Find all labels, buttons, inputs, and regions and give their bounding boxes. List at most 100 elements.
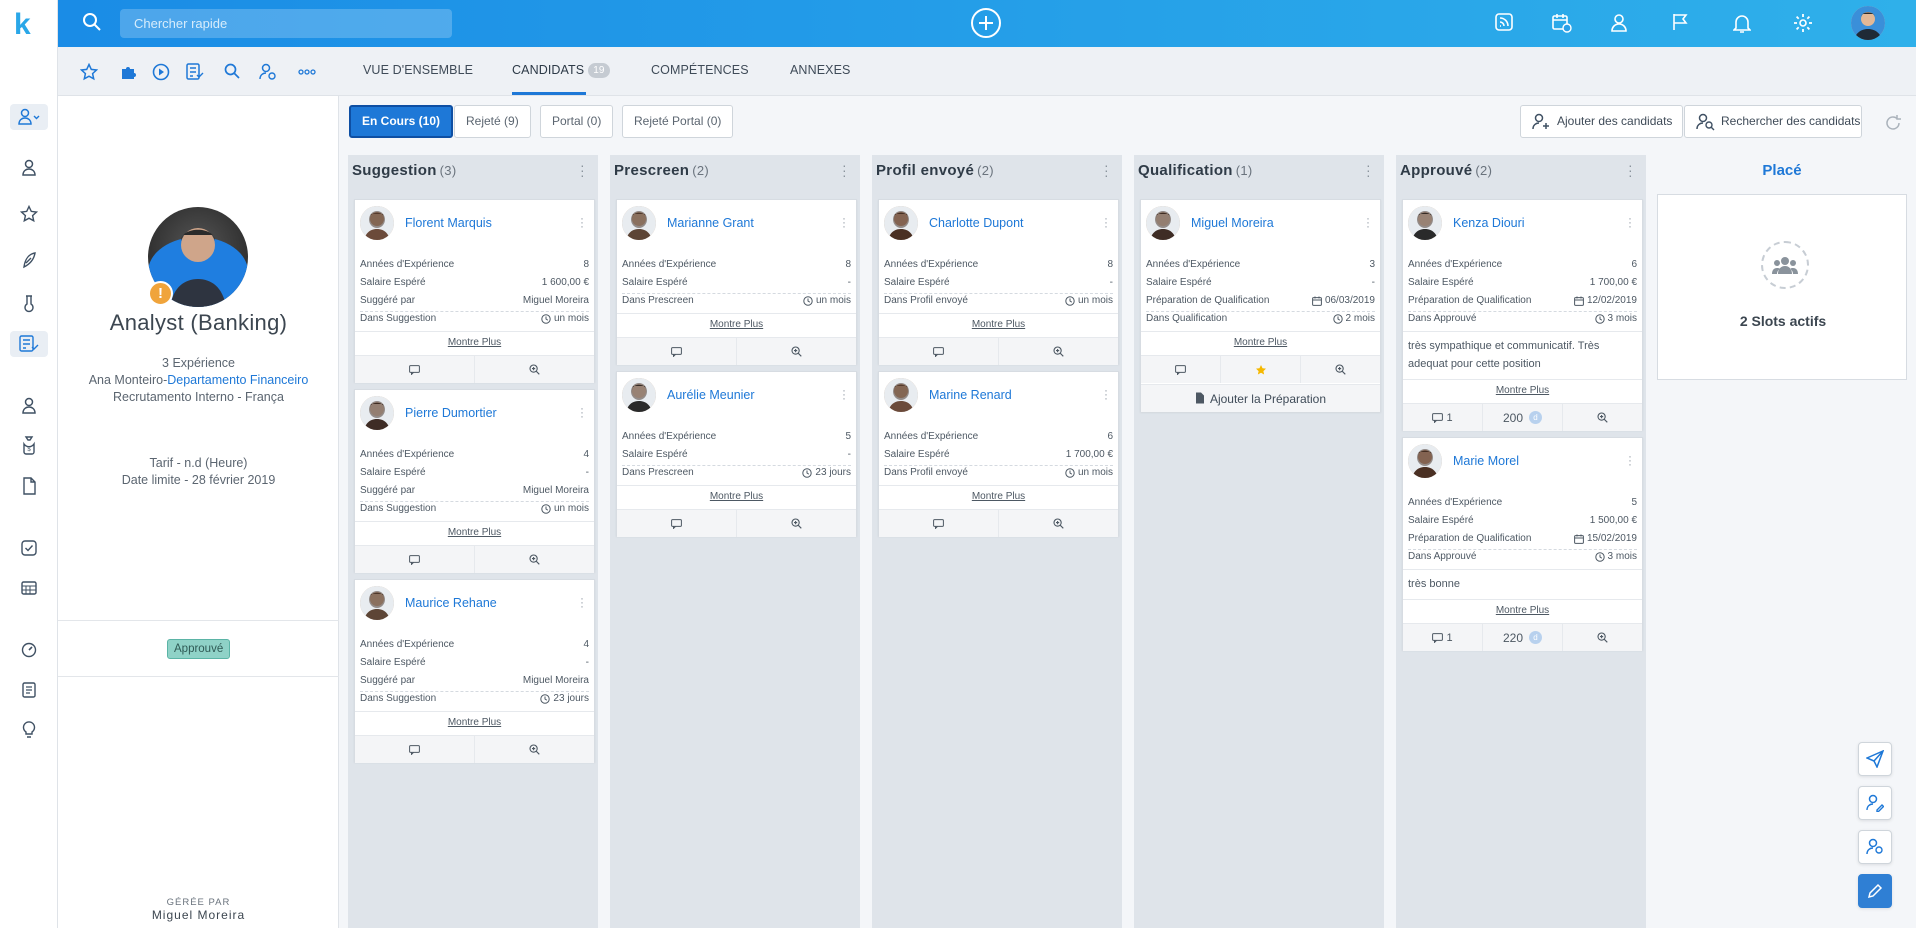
refresh-icon[interactable] xyxy=(1884,114,1902,132)
search-icon[interactable] xyxy=(224,63,240,79)
search-icon[interactable] xyxy=(82,12,102,32)
show-more-link[interactable]: Montre Plus xyxy=(617,319,856,330)
feather-icon[interactable] xyxy=(16,247,42,273)
calendar-grid-icon[interactable] xyxy=(16,575,42,601)
filter-in-progress-button[interactable]: En Cours (10) xyxy=(349,105,454,138)
comment-button[interactable] xyxy=(879,338,999,365)
star-button[interactable] xyxy=(1221,356,1301,383)
view-button[interactable] xyxy=(475,736,594,763)
candidate-card[interactable]: Pierre Dumortier · · · Années d'Expérience 4 S… xyxy=(354,389,595,573)
comment-button[interactable] xyxy=(617,338,737,365)
view-button[interactable] xyxy=(999,510,1118,537)
tab-candidates[interactable]: CANDIDATS 19 xyxy=(512,63,610,95)
view-button[interactable] xyxy=(1301,356,1380,383)
add-candidates-button[interactable]: Ajouter des candidats xyxy=(1520,105,1683,138)
filter-rejected-portal-button[interactable]: Rejeté Portal (0) xyxy=(622,105,734,138)
comment-button[interactable] xyxy=(879,510,999,537)
user-icon[interactable] xyxy=(16,393,42,419)
candidate-name[interactable]: Maurice Rehane xyxy=(405,596,497,610)
bell-icon[interactable] xyxy=(1733,13,1751,33)
avatar[interactable] xyxy=(884,378,918,412)
calendar-icon[interactable] xyxy=(1552,13,1572,33)
person-icon[interactable] xyxy=(16,155,42,181)
candidate-card[interactable]: Florent Marquis · · · Années d'Expérience 8 Sa… xyxy=(354,199,595,383)
app-logo[interactable]: k xyxy=(14,8,31,42)
candidate-name[interactable]: Marie Morel xyxy=(1453,454,1519,468)
view-button[interactable] xyxy=(999,338,1118,365)
avatar[interactable] xyxy=(360,206,394,240)
column-menu-icon[interactable]: · · · xyxy=(842,158,847,182)
candidate-name[interactable]: Kenza Diouri xyxy=(1453,216,1525,230)
comment-button[interactable] xyxy=(355,736,475,763)
candidate-name[interactable]: Marianne Grant xyxy=(667,216,754,230)
puzzle-icon[interactable] xyxy=(120,63,138,81)
candidate-card[interactable]: Miguel Moreira · · · Années d'Expérience 3 Sal… xyxy=(1140,199,1381,412)
gear-icon[interactable] xyxy=(1793,13,1813,33)
card-menu-icon[interactable]: · · · xyxy=(842,212,846,232)
candidate-card[interactable]: Kenza Diouri · · · Années d'Expérience 6 Salai… xyxy=(1402,199,1643,431)
avatar[interactable] xyxy=(1408,444,1442,478)
candidate-name[interactable]: Miguel Moreira xyxy=(1191,216,1274,230)
edit-button[interactable] xyxy=(1858,874,1892,908)
add-preparation-button[interactable]: Ajouter la Préparation xyxy=(1141,384,1380,412)
candidate-card[interactable]: Marianne Grant · · · Années d'Expérience 8 Sal… xyxy=(616,199,857,365)
view-button[interactable] xyxy=(737,338,856,365)
star-icon[interactable] xyxy=(16,201,42,227)
card-menu-icon[interactable]: · · · xyxy=(1366,212,1370,232)
avatar[interactable] xyxy=(622,378,656,412)
more-icon[interactable] xyxy=(298,69,316,75)
send-button[interactable] xyxy=(1858,742,1892,776)
candidate-name[interactable]: Florent Marquis xyxy=(405,216,492,230)
candidate-name[interactable]: Marine Renard xyxy=(929,388,1012,402)
view-button[interactable] xyxy=(475,546,594,573)
comment-button[interactable]: 1 xyxy=(1403,624,1483,651)
filter-portal-button[interactable]: Portal (0) xyxy=(540,105,614,138)
money-bag-icon[interactable]: $ xyxy=(16,433,42,459)
rss-icon[interactable] xyxy=(1495,13,1513,31)
avatar[interactable] xyxy=(622,206,656,240)
column-menu-icon[interactable]: · · · xyxy=(580,158,585,182)
show-more-link[interactable]: Montre Plus xyxy=(879,491,1118,502)
view-button[interactable] xyxy=(1563,624,1642,651)
dashboard-icon[interactable] xyxy=(16,637,42,663)
quick-search-input[interactable]: Chercher rapide xyxy=(120,9,452,38)
tab-skills[interactable]: COMPÉTENCES xyxy=(651,63,749,77)
user-search-icon[interactable] xyxy=(258,63,278,81)
user-menu-icon[interactable] xyxy=(10,104,48,130)
candidate-name[interactable]: Aurélie Meunier xyxy=(667,388,755,402)
show-more-link[interactable]: Montre Plus xyxy=(879,319,1118,330)
avatar[interactable] xyxy=(884,206,918,240)
avatar[interactable] xyxy=(1408,206,1442,240)
comment-button[interactable] xyxy=(1141,356,1221,383)
filter-rejected-button[interactable]: Rejeté (9) xyxy=(454,105,531,138)
comment-button[interactable] xyxy=(355,546,475,573)
show-more-link[interactable]: Montre Plus xyxy=(617,491,856,502)
column-menu-icon[interactable]: · · · xyxy=(1628,158,1633,182)
avatar[interactable] xyxy=(360,396,394,430)
show-more-link[interactable]: Montre Plus xyxy=(355,337,594,348)
candidate-name[interactable]: Charlotte Dupont xyxy=(929,216,1024,230)
card-menu-icon[interactable]: · · · xyxy=(580,212,584,232)
show-more-link[interactable]: Montre Plus xyxy=(355,717,594,728)
lightbulb-icon[interactable] xyxy=(16,716,42,742)
candidate-card[interactable]: Aurélie Meunier · · · Années d'Expérience 5 Sa… xyxy=(616,371,857,537)
tab-overview[interactable]: VUE D'ENSEMBLE xyxy=(363,63,473,77)
view-button[interactable] xyxy=(475,356,594,383)
avatar[interactable] xyxy=(360,586,394,620)
checklist-icon[interactable] xyxy=(186,63,204,81)
avatar[interactable] xyxy=(1146,206,1180,240)
comment-button[interactable]: 1 xyxy=(1403,404,1483,431)
user-edit-button[interactable] xyxy=(1858,786,1892,820)
candidate-card[interactable]: Marine Renard · · · Années d'Expérience 6 Sala… xyxy=(878,371,1119,537)
candidate-card[interactable]: Marie Morel · · · Années d'Expérience 5 Salair… xyxy=(1402,437,1643,651)
comment-button[interactable] xyxy=(355,356,475,383)
document-icon[interactable] xyxy=(16,473,42,499)
show-more-link[interactable]: Montre Plus xyxy=(1403,605,1642,616)
card-menu-icon[interactable]: · · · xyxy=(1104,384,1108,404)
report-icon[interactable] xyxy=(16,677,42,703)
tab-annexes[interactable]: ANNEXES xyxy=(790,63,850,77)
card-menu-icon[interactable]: · · · xyxy=(580,592,584,612)
card-menu-icon[interactable]: · · · xyxy=(1628,450,1632,470)
candidate-name[interactable]: Pierre Dumortier xyxy=(405,406,497,420)
search-candidates-button[interactable]: Rechercher des candidats xyxy=(1684,105,1862,138)
